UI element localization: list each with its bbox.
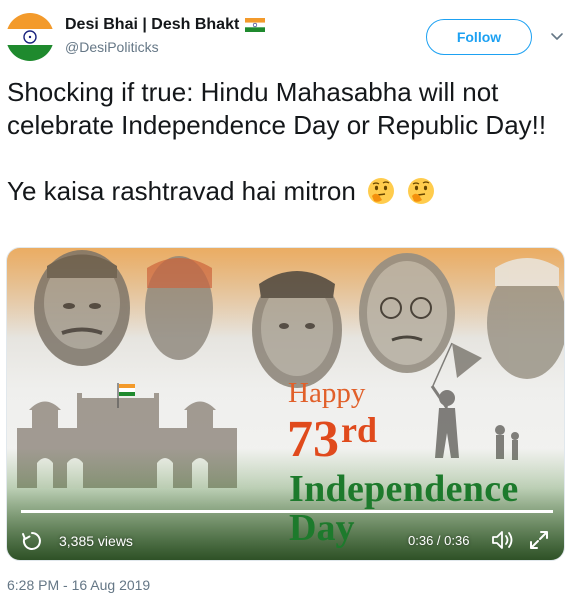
portrait-3 — [252, 271, 342, 388]
video-number-text: 73 — [287, 411, 339, 468]
video-title-number: 73rd — [287, 400, 377, 470]
tweet-timestamp[interactable]: 6:28 PM - 16 Aug 2019 — [7, 577, 150, 593]
author-block[interactable]: Desi Bhai | Desh Bhakt @DesiPoliticks — [65, 16, 266, 55]
portrait-2 — [145, 256, 213, 360]
avatar[interactable] — [6, 13, 54, 61]
tweet-card: Desi Bhai | Desh Bhakt @DesiPoliticks Fo… — [0, 0, 579, 597]
portrait-1 — [34, 250, 130, 366]
tweet-line-1: Shocking if true: Hindu Mahasabha will n… — [7, 77, 547, 140]
video-time: 0:36 / 0:36 — [408, 533, 470, 548]
view-count: 3,385 views — [59, 533, 133, 549]
video-thumbnail — [7, 248, 564, 560]
author-handle[interactable]: @DesiPoliticks — [65, 39, 265, 55]
india-flag-icon — [245, 18, 266, 32]
india-flag-avatar-icon — [6, 13, 54, 61]
tweet-line-2-text: Ye kaisa rashtravad hai mitron — [7, 176, 356, 206]
video-title-independence: Independence — [289, 468, 519, 510]
video-player[interactable] — [6, 247, 565, 561]
thinking-face-icon — [368, 178, 395, 204]
tweet-text: Shocking if true: Hindu Mahasabha will n… — [7, 76, 567, 208]
replay-icon[interactable] — [21, 530, 43, 552]
portrait-4 — [359, 253, 455, 373]
video-number-suffix: rd — [341, 410, 377, 450]
portrait-5 — [487, 258, 564, 379]
volume-icon[interactable] — [490, 528, 516, 552]
video-title-day: Day — [289, 507, 355, 549]
tweet-line-2: Ye kaisa rashtravad hai mitron — [7, 175, 567, 208]
fullscreen-icon[interactable] — [528, 529, 550, 551]
follow-button[interactable]: Follow — [426, 19, 532, 55]
chevron-down-icon[interactable] — [549, 28, 565, 44]
display-name-text: Desi Bhai | Desh Bhakt — [65, 16, 240, 33]
thinking-face-icon — [408, 178, 435, 204]
display-name[interactable]: Desi Bhai | Desh Bhakt — [65, 16, 266, 34]
